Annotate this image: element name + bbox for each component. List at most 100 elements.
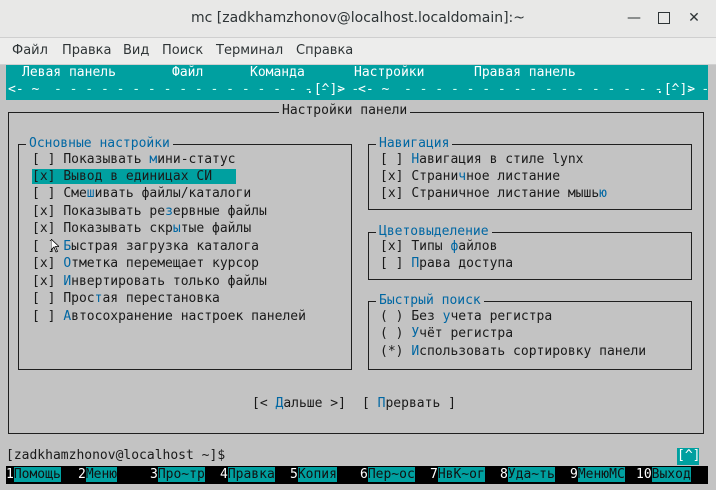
option-case-insensitive[interactable]: ( ) Без учета регистра: [380, 309, 552, 324]
close-button[interactable]: ✕: [684, 8, 704, 28]
option-mouse-page-scrolling[interactable]: [x] Страничное листание мышью: [380, 186, 607, 201]
option-label: ное листание: [466, 169, 561, 184]
maximize-button[interactable]: [654, 8, 674, 28]
option-simple-swap[interactable]: [ ] Простая перестановка: [32, 291, 220, 306]
right-panel-path[interactable]: <- ~: [358, 82, 397, 97]
option-reverse-files-only[interactable]: [x] Инвертировать только файлы: [32, 274, 267, 289]
mc-menu-options[interactable]: Настройки: [354, 65, 424, 80]
hotkey: О: [63, 256, 72, 271]
maximize-icon: [658, 12, 670, 24]
minimize-button[interactable]: —: [624, 8, 644, 28]
window-titlebar: mc [zadkhamzhonov@localhost.localdomain]…: [0, 0, 716, 38]
option-label: Страни: [411, 169, 459, 184]
option-use-panel-sort[interactable]: (*) Использовать сортировку панели: [380, 344, 646, 359]
fkey-label: Выход: [651, 467, 691, 482]
option-label: айлов: [458, 239, 498, 254]
checkbox-mark: [ ]: [380, 152, 404, 167]
button-label: альше >]: [283, 396, 346, 411]
option-si-units[interactable]: [x] Вывод в единицах СИ: [32, 169, 236, 184]
fkey-label: МенюМС: [577, 467, 625, 482]
fkey-number: 5: [290, 467, 298, 482]
fkey-label: Про~тр: [157, 467, 205, 482]
fkey-delete[interactable]: 8Уда~ть: [500, 466, 555, 484]
fkey-label: Помощь: [13, 467, 61, 482]
radio-mark: ( ): [380, 326, 404, 341]
option-page-scrolling[interactable]: [x] Страничное листание: [380, 169, 560, 184]
checkbox-mark: [ ]: [32, 291, 56, 306]
fkey-number: 3: [150, 467, 158, 482]
fkey-menu[interactable]: 2Меню: [78, 466, 118, 484]
checkbox-mark: [ ]: [32, 152, 56, 167]
subshell-scroll-button[interactable]: [^]: [677, 448, 700, 465]
mc-menu-left-panel[interactable]: Левая панель: [22, 65, 116, 80]
mc-menu-file[interactable]: Файл: [172, 65, 203, 80]
left-panel-history[interactable]: .[^]>: [306, 82, 345, 97]
cancel-button[interactable]: [ Прервать ]: [362, 396, 456, 411]
left-panel-path[interactable]: <- ~: [8, 82, 47, 97]
next-button[interactable]: [< Дальше >]: [252, 396, 346, 411]
option-mini-status[interactable]: [ ] Показывать мини-статус: [32, 152, 236, 167]
hotkey: Н: [411, 152, 420, 167]
menu-file[interactable]: Файл: [12, 43, 48, 58]
fkey-number: 9: [570, 467, 578, 482]
option-label: втосохранение настроек панелей: [71, 309, 306, 324]
fkey-number: 1: [6, 467, 14, 482]
fkey-move[interactable]: 6Пер~ос: [360, 466, 415, 484]
option-label: ыстрая загрузка каталога: [71, 239, 259, 254]
function-key-bar: 1Помощь 2Меню 3Про~тр 4Правка 5Копия 6Пе…: [6, 466, 708, 484]
menu-search[interactable]: Поиск: [162, 43, 203, 58]
fkey-label: Правка: [227, 467, 275, 482]
fkey-number: 4: [220, 467, 228, 482]
terminal-area[interactable]: Левая панель Файл Команда Настройки Прав…: [0, 65, 716, 490]
option-backup-files[interactable]: [x] Показывать резервные файлы: [32, 204, 267, 219]
right-panel-history[interactable]: .[^]>: [656, 82, 695, 97]
option-label: ая перестановка: [102, 291, 220, 306]
fkey-mkdir[interactable]: 7НвК~ог: [430, 466, 485, 484]
fkey-edit[interactable]: 4Правка: [220, 466, 275, 484]
option-label: Показывать: [63, 152, 150, 167]
option-label: ивать файлы/каталоги: [94, 186, 252, 201]
hotkey: У: [411, 326, 420, 341]
hotkey: А: [63, 309, 72, 324]
menu-view[interactable]: Вид: [123, 43, 149, 58]
menu-edit[interactable]: Правка: [62, 43, 111, 58]
fkey-exit[interactable]: 10Выход: [636, 466, 691, 484]
option-label: Вывод в единицах СИ: [63, 169, 213, 184]
fkey-label: Копия: [297, 467, 337, 482]
fkey-help[interactable]: 1Помощь: [6, 466, 61, 484]
option-label: Страничное листание мышь: [411, 186, 600, 201]
option-permissions[interactable]: [ ] Права доступа: [380, 256, 513, 271]
checkbox-mark: [ ]: [380, 256, 404, 271]
option-label: тые файлы: [180, 221, 252, 236]
mc-menu-command[interactable]: Команда: [250, 65, 305, 80]
menu-help[interactable]: Справка: [296, 43, 353, 58]
option-mark-moves-down[interactable]: [x] Отметка перемещает курсор: [32, 256, 259, 271]
checkbox-mark: [x]: [380, 186, 404, 201]
option-lynx-navigation[interactable]: [ ] Навигация в стиле lynx: [380, 152, 584, 167]
checkbox-mark: [x]: [32, 256, 56, 271]
option-auto-save-panels[interactable]: [ ] Автосохранение настроек панелей: [32, 309, 306, 324]
option-label: Без: [411, 309, 443, 324]
option-mix-files[interactable]: [ ] Смешивать файлы/каталоги: [32, 186, 251, 201]
option-fast-dir-reload[interactable]: [ ] Быстрая загрузка каталога: [32, 239, 259, 254]
option-label: Сме: [63, 186, 87, 201]
menu-terminal[interactable]: Терминал: [216, 43, 283, 58]
fkey-number: 6: [360, 467, 368, 482]
hotkey: И: [63, 274, 72, 289]
fkey-copy[interactable]: 5Копия: [290, 466, 337, 484]
shell-prompt[interactable]: [zadkhamzhonov@localhost ~]$: [6, 448, 676, 465]
option-case-sensitive[interactable]: ( ) Учёт регистра: [380, 326, 513, 341]
terminal-menubar: Файл Правка Вид Поиск Терминал Справка: [0, 38, 716, 65]
option-file-types[interactable]: [x] Типы файлов: [380, 239, 497, 254]
highlight-title: Цветовыделение: [376, 224, 492, 239]
fkey-number: 2: [78, 467, 86, 482]
option-label: Показывать ре: [63, 204, 166, 219]
option-label: тметка перемещает курсор: [71, 256, 259, 271]
option-hidden-files[interactable]: [x] Показывать скрытые файлы: [32, 221, 251, 236]
fkey-view[interactable]: 3Про~тр: [150, 466, 205, 484]
mc-menubar: Левая панель Файл Команда Настройки Прав…: [6, 65, 708, 82]
mc-menu-right-panel[interactable]: Правая панель: [474, 65, 576, 80]
fkey-user-menu[interactable]: 9МенюМС: [570, 466, 625, 484]
fkey-number: 10: [636, 467, 652, 482]
checkbox-mark: [x]: [32, 274, 56, 289]
